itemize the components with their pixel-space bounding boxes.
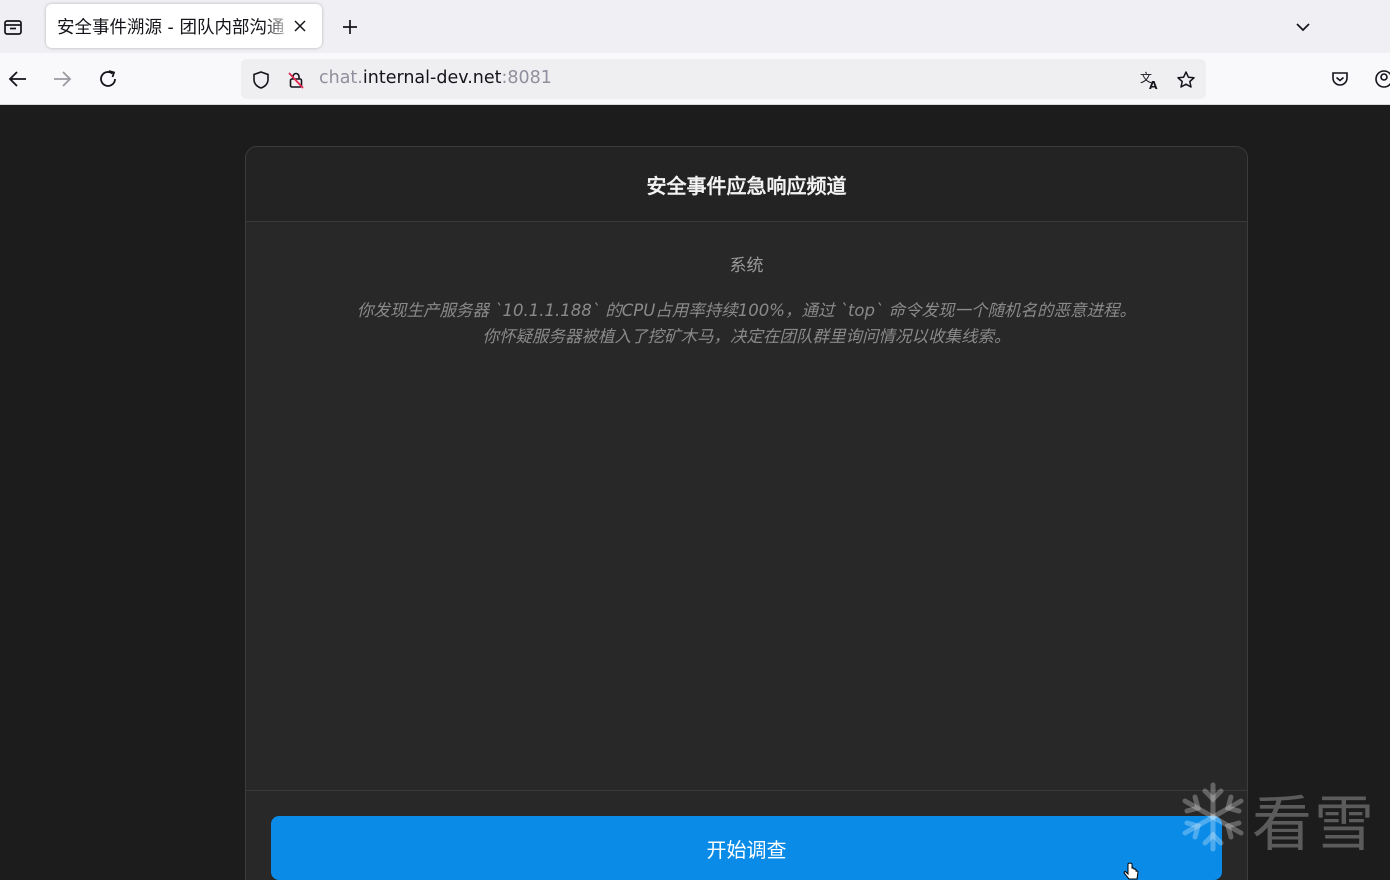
forward-arrow-icon[interactable] <box>48 65 76 93</box>
system-message: 系统 你发现生产服务器 `10.1.1.188` 的CPU占用率持续100%，通… <box>246 251 1247 350</box>
address-bar[interactable]: chat.internal-dev.net:8081 文A <box>241 59 1206 99</box>
navigation-toolbar: chat.internal-dev.net:8081 文A <box>0 53 1390 105</box>
start-investigation-button[interactable]: 开始调查 <box>271 816 1222 880</box>
channel-title: 安全事件应急响应频道 <box>646 173 847 198</box>
chat-panel: 安全事件应急响应频道 系统 你发现生产服务器 `10.1.1.188` 的CPU… <box>245 146 1248 880</box>
watermark: 看雪 <box>1178 780 1378 860</box>
message-line: 你发现生产服务器 `10.1.1.188` 的CPU占用率持续100%，通过 `… <box>357 301 1136 320</box>
tab-strip: 安全事件溯源 - 团队内部沟通 <box>0 0 1390 53</box>
url-text[interactable]: chat.internal-dev.net:8081 <box>319 68 552 88</box>
watermark-text: 看雪 <box>1252 789 1376 860</box>
account-icon[interactable] <box>1370 65 1390 93</box>
translate-icon[interactable]: 文A <box>1139 69 1161 91</box>
hand-cursor-icon <box>1123 862 1139 880</box>
url-port: :8081 <box>501 68 552 88</box>
back-arrow-icon[interactable] <box>4 65 32 93</box>
message-line: 你怀疑服务器被植入了挖矿木马，决定在团队群里询问情况以收集线索。 <box>482 327 1011 346</box>
new-tab-button[interactable] <box>337 14 363 40</box>
chat-header: 安全事件应急响应频道 <box>246 147 1247 222</box>
url-subdomain: chat. <box>319 68 363 88</box>
snowflake-icon <box>1178 781 1248 857</box>
chevron-down-icon[interactable] <box>1290 14 1316 40</box>
active-tab[interactable]: 安全事件溯源 - 团队内部沟通 <box>46 4 322 48</box>
tab-title: 安全事件溯源 - 团队内部沟通 <box>57 17 285 38</box>
shield-icon[interactable] <box>250 69 272 91</box>
insecure-lock-icon[interactable] <box>285 69 307 91</box>
url-host: internal-dev.net <box>362 68 502 88</box>
input-divider <box>246 790 1247 791</box>
message-list[interactable]: 系统 你发现生产服务器 `10.1.1.188` 的CPU占用率持续100%，通… <box>246 223 1247 791</box>
tab-list-icon[interactable] <box>0 14 26 40</box>
pocket-icon[interactable] <box>1326 65 1354 93</box>
reload-icon[interactable] <box>94 65 122 93</box>
page-viewport: 安全事件应急响应频道 系统 你发现生产服务器 `10.1.1.188` 的CPU… <box>0 105 1390 880</box>
tab-close-icon[interactable] <box>290 16 310 36</box>
bookmark-star-icon[interactable] <box>1175 69 1197 91</box>
message-sender: 系统 <box>729 256 764 276</box>
svg-text:A: A <box>1149 79 1158 91</box>
